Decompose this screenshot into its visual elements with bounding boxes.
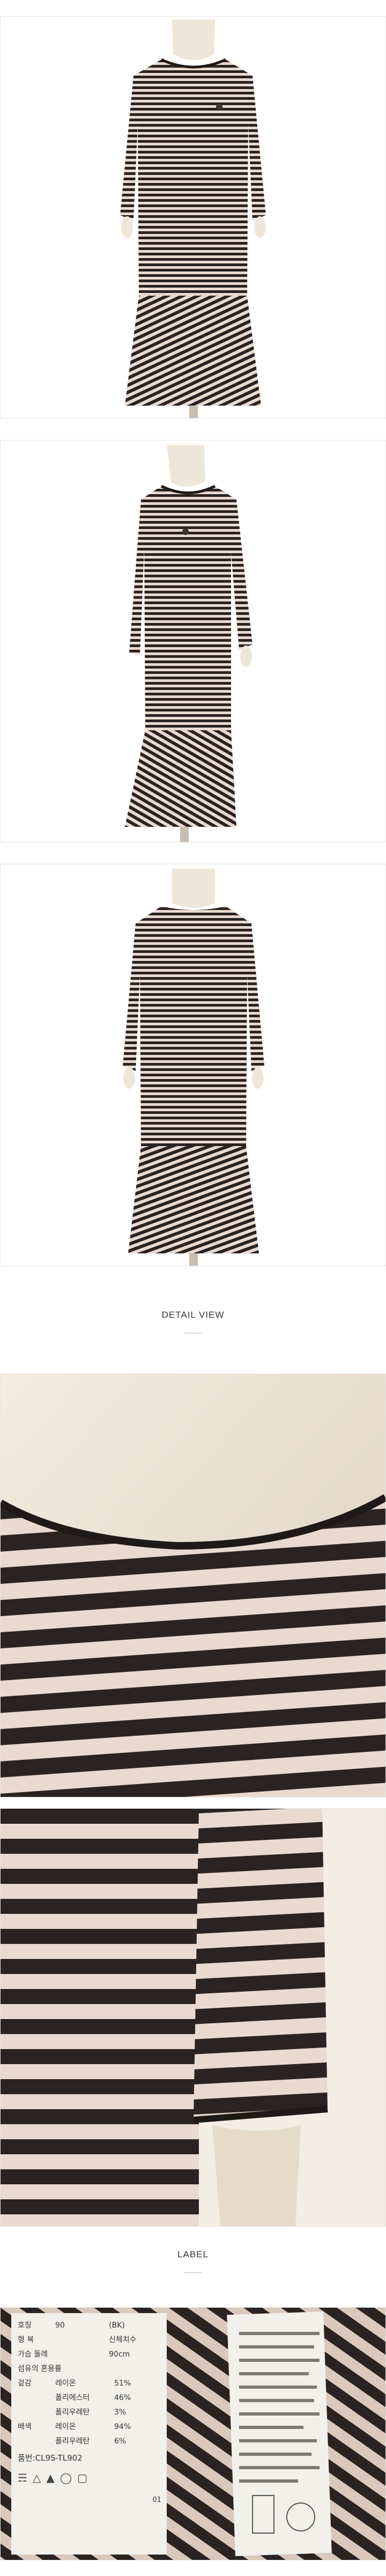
sleeve-closeup-illustration [1,1809,385,2226]
care-label-key: 형 복 [18,2336,34,2344]
striped-dress-side-illustration [125,445,253,842]
care-label-key: 배색 [18,2423,32,2431]
detail-view-heading: DETAIL VIEW [161,1310,225,1320]
care-label-row: 섬유의 혼용률 [18,2362,161,2376]
striped-dress-front-illustration [120,19,266,418]
striped-dress-back-illustration [123,869,264,1266]
neckline-closeup-illustration [1,1374,385,1797]
care-label-value: 레이온 [55,2379,76,2388]
care-label-row: 형 복 신체치수 [18,2333,161,2347]
detail-photo-neckline [0,1374,386,1797]
care-label-value [55,2347,109,2362]
care-label-value: 90 [55,2321,65,2330]
dry-symbol-icon: ▢ [77,2471,88,2484]
care-label-extra: 3% [114,2408,127,2417]
care-label-key: 섬유의 혼용률 [18,2365,62,2373]
care-label-extra: 6% [114,2437,127,2446]
care-label-extra: 51% [114,2379,131,2388]
product-photo-back [0,864,386,1266]
care-label-key: 가슴 둘레 [18,2350,48,2359]
care-label-value: 폴리에스터 [55,2394,90,2402]
care-label-row: 폴리우레탄 3% [18,2405,161,2420]
care-label-key [18,2434,55,2449]
iron-symbol-icon: ▲ [46,2471,55,2484]
label-heading: LABEL [177,2249,209,2259]
care-label-row: 겉감 레이온 51% [18,2376,161,2391]
product-photo-front [0,16,386,419]
care-label-extra: 신체치수 [109,2336,137,2344]
care-label-text: 호칭 90 (BK) 형 복 신체치수 가슴 둘레 90cm 섬유의 혼용률 겉… [18,2318,161,2507]
care-label-row: 호칭 90 (BK) [18,2318,161,2333]
care-label-extra: 46% [114,2394,131,2402]
care-label-extra: 94% [114,2423,131,2431]
care-label-key: 겉감 [18,2379,32,2388]
detail-photo-sleeve [0,1808,386,2227]
no-bleach-symbol-icon: △ [32,2471,41,2484]
style-code: 품번:CL9S-TL902 [18,2453,83,2463]
care-label-row: 가슴 둘레 90cm [18,2347,161,2362]
care-label-photo: 호칭 90 (BK) 형 복 신체치수 가슴 둘레 90cm 섬유의 혼용률 겉… [0,2307,386,2560]
label-divider [184,2272,202,2273]
care-label-value: 폴리우레탄 [55,2408,90,2417]
care-label-key: 호칭 [18,2321,32,2330]
care-label-extra: (BK) [109,2321,125,2330]
label-number: 01 [152,2496,161,2504]
care-label-value: 폴리우레탄 [55,2437,90,2446]
care-label-row: 폴리에스터 46% [18,2391,161,2405]
care-label-value [55,2333,109,2347]
wash-symbol-icon: ☴ [18,2471,27,2484]
care-label-value: 레이온 [55,2423,76,2431]
care-label-extra: 90cm [109,2350,130,2359]
care-label-key [18,2405,55,2420]
care-label-key [18,2391,55,2405]
product-photo-side [0,440,386,842]
care-label-row: 폴리우레탄 6% [18,2434,161,2449]
care-symbols: ☴ △ ▲ ◯ ▢ [18,2471,161,2485]
dry-clean-symbol-icon: ◯ [60,2471,72,2484]
care-label-row: 배색 레이온 94% [18,2420,161,2434]
